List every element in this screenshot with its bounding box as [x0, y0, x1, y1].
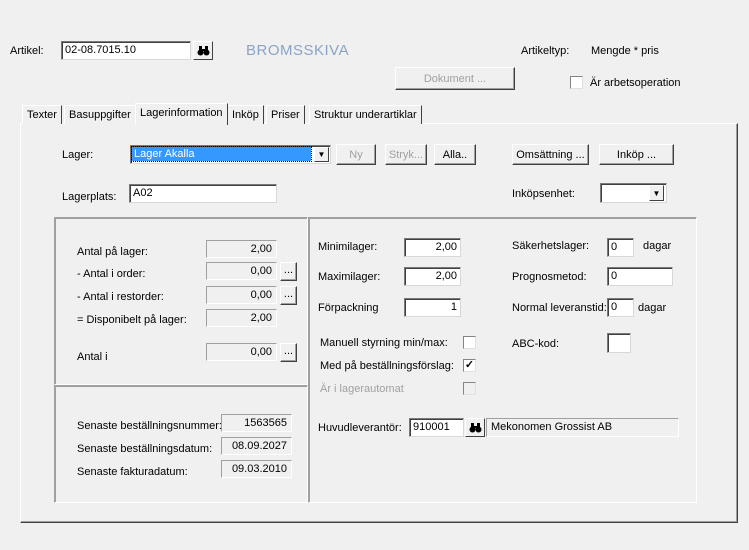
sakerhetslager-label: Säkerhetslager:: [512, 240, 590, 252]
maximilager-label: Maximilager:: [318, 271, 381, 283]
lager-selected-value: Lager Akalla: [131, 146, 312, 162]
arbetsoperation-checkbox[interactable]: [570, 76, 583, 89]
minimilager-label: Minimilager:: [318, 241, 378, 253]
ny-button[interactable]: Ny: [336, 144, 376, 165]
antal-pa-lager-value: 2,00: [206, 240, 277, 258]
lager-select[interactable]: Lager Akalla ▼: [130, 145, 331, 164]
manuell-styrning-label: Manuell styrning min/max:: [320, 337, 448, 349]
tab-basuppgifter[interactable]: Basuppgifter: [64, 105, 136, 124]
lagerplats-input[interactable]: A02: [129, 184, 277, 203]
artikeltyp-label: Artikeltyp:: [521, 45, 570, 57]
artikel-input[interactable]: 02-08.7015.10: [61, 41, 191, 60]
prognosmetod-input[interactable]: 0: [607, 267, 673, 286]
lagerplats-label: Lagerplats:: [62, 191, 117, 203]
manuell-styrning-checkbox[interactable]: [463, 336, 476, 349]
chevron-down-icon[interactable]: ▼: [649, 185, 664, 201]
fakturadatum-value: 09.03.2010: [221, 460, 292, 478]
checkmark-icon: ✓: [464, 359, 475, 371]
stryk-button[interactable]: Stryk...: [385, 144, 427, 165]
fakturadatum-label: Senaste fakturadatum:: [77, 466, 188, 478]
antal-i-label: Antal i: [77, 351, 108, 363]
tab-inkop[interactable]: Inköp: [227, 105, 264, 124]
bestallningsnummer-value: 1563565: [221, 414, 292, 432]
antal-i-value: 0,00: [206, 343, 277, 361]
lagerautomat-label: Är i lagerautomat: [320, 383, 404, 395]
leveranstid-unit: dagar: [638, 302, 667, 314]
omsattning-button[interactable]: Omsättning ...: [512, 144, 589, 165]
disponibelt-label: = Disponibelt på lager:: [77, 314, 187, 326]
tab-texter[interactable]: Texter: [22, 105, 62, 124]
antal-i-more-button[interactable]: ...: [280, 343, 297, 362]
minimilager-input[interactable]: 2,00: [404, 238, 461, 257]
lagerautomat-checkbox[interactable]: [463, 382, 476, 395]
tab-struktur-underartiklar[interactable]: Struktur underartiklar: [309, 105, 422, 124]
abc-kod-label: ABC-kod:: [512, 338, 560, 350]
antal-i-order-more-button[interactable]: ...: [280, 262, 297, 281]
binoculars-icon: [469, 422, 481, 432]
huvudleverantor-id-input[interactable]: 910001: [409, 418, 464, 437]
tab-lagerinformation[interactable]: Lagerinformation: [135, 103, 228, 125]
leveranstid-input[interactable]: 0: [607, 298, 634, 317]
antal-i-restorder-more-button[interactable]: ...: [280, 286, 297, 305]
alla-button[interactable]: Alla..: [434, 144, 476, 165]
bestallningsdatum-label: Senaste beställningsdatum:: [77, 443, 213, 455]
antal-i-order-label: - Antal i order:: [77, 268, 146, 280]
abc-kod-input[interactable]: [607, 333, 631, 353]
lager-label: Lager:: [62, 149, 94, 161]
antal-pa-lager-label: Antal på lager:: [77, 246, 148, 258]
antal-i-restorder-label: - Antal i restorder:: [77, 291, 164, 303]
antal-i-restorder-value: 0,00: [206, 286, 277, 304]
med-pa-bestallningsforslag-checkbox[interactable]: ✓: [463, 359, 476, 372]
sakerhetslager-input[interactable]: 0: [607, 238, 634, 257]
disponibelt-value: 2,00: [206, 309, 277, 327]
forpackning-label: Förpackning: [318, 302, 379, 314]
bestallningsdatum-value: 08.09.2027: [221, 437, 292, 455]
maximilager-input[interactable]: 2,00: [404, 267, 461, 286]
artikel-search-button[interactable]: [193, 41, 213, 60]
med-pa-bestallningsforslag-label: Med på beställningsförslag:: [320, 360, 454, 372]
sakerhetslager-unit: dagar: [643, 240, 672, 252]
inkopsenhet-label: Inköpsenhet:: [512, 188, 575, 200]
forpackning-input[interactable]: 1: [404, 298, 461, 317]
huvudleverantor-name: Mekonomen Grossist AB: [486, 418, 679, 437]
artikel-label: Artikel:: [10, 45, 44, 57]
prognosmetod-label: Prognosmetod:: [512, 271, 587, 283]
dokument-button[interactable]: Dokument ...: [395, 67, 515, 90]
arbetsoperation-label: Är arbetsoperation: [590, 77, 681, 89]
artikeltyp-value: Mengde * pris: [591, 45, 659, 57]
leveranstid-label: Normal leveranstid:: [512, 302, 607, 314]
chevron-down-icon[interactable]: ▼: [314, 147, 329, 162]
inkop-button[interactable]: Inköp ...: [599, 144, 674, 165]
article-name: BROMSSKIVA: [246, 42, 350, 59]
bestallningsnummer-label: Senaste beställningsnummer:: [77, 420, 222, 432]
binoculars-icon: [197, 45, 209, 55]
huvudleverantor-label: Huvudleverantör:: [318, 422, 402, 434]
antal-i-order-value: 0,00: [206, 262, 277, 280]
huvudleverantor-search-button[interactable]: [465, 418, 485, 437]
tab-priser[interactable]: Priser: [266, 105, 305, 124]
